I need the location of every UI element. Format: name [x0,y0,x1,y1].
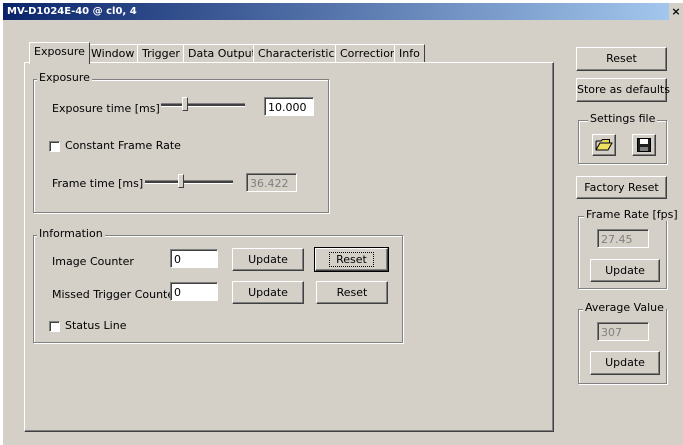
image-counter-input[interactable]: 0 [170,249,218,268]
tab-exposure[interactable]: Exposure [29,42,90,64]
exposure-time-slider-track[interactable] [161,103,245,107]
missed-trigger-counter-label: Missed Trigger Counter [52,288,179,301]
window-title: MV-D1024E-40 @ cl0, 4 [7,6,137,17]
constant-frame-rate-checkbox[interactable] [49,141,60,152]
information-group-label: Information [37,227,105,240]
open-settings-button[interactable] [592,134,616,156]
tab-correction[interactable]: Correction [335,44,402,63]
floppy-disk-icon [637,138,651,152]
settings-file-label: Settings file [588,112,658,125]
constant-frame-rate-label: Constant Frame Rate [65,139,181,152]
missed-trigger-update-button[interactable]: Update [232,281,304,304]
frame-time-slider-track [145,180,233,184]
exposure-time-label: Exposure time [ms] [52,102,160,115]
factory-reset-button[interactable]: Factory Reset [576,176,667,199]
status-line-checkbox[interactable] [49,321,60,332]
image-counter-reset-label: Reset [329,252,374,267]
image-counter-update-button[interactable]: Update [232,248,304,271]
tab-trigger[interactable]: Trigger [137,44,185,63]
reset-button[interactable]: Reset [576,47,667,71]
average-value-input: 307 [597,322,649,341]
frame-rate-label: Frame Rate [fps] [584,208,680,221]
average-value-update-button[interactable]: Update [590,351,660,375]
frame-rate-update-button[interactable]: Update [590,259,660,282]
image-counter-label: Image Counter [52,255,134,268]
missed-trigger-reset-button[interactable]: Reset [316,281,388,304]
tab-window[interactable]: Window [86,44,140,63]
tab-characteristics[interactable]: Characteristics [253,44,346,63]
save-settings-button[interactable] [632,134,656,156]
missed-trigger-counter-input[interactable]: 0 [170,282,218,301]
frame-time-label: Frame time [ms] [52,177,144,190]
tab-data-output[interactable]: Data Output [183,44,261,63]
status-line-label: Status Line [65,319,127,332]
average-value-label: Average Value [583,301,666,314]
tab-info[interactable]: Info [394,44,425,63]
frame-time-input: 36.422 [246,173,297,192]
exposure-group-label: Exposure [37,71,92,84]
close-icon[interactable]: × [669,3,683,20]
frame-time-slider-thumb [178,174,184,188]
folder-open-icon [595,139,613,151]
image-counter-reset-button[interactable]: Reset [314,247,389,272]
frame-rate-input: 27.45 [597,229,649,248]
exposure-time-slider-thumb[interactable] [182,97,188,111]
exposure-time-input[interactable]: 10.000 [264,97,314,116]
title-bar: MV-D1024E-40 @ cl0, 4 × [3,3,683,20]
store-as-defaults-button[interactable]: Store as defaults [576,78,670,102]
